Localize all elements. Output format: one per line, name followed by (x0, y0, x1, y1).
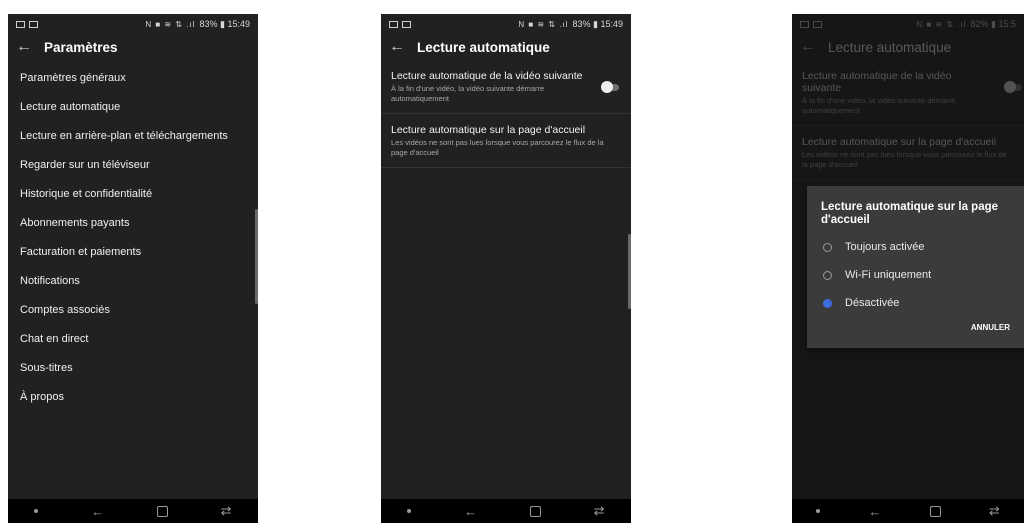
setting-home-autoplay[interactable]: Lecture automatique sur la page d'accuei… (381, 114, 631, 168)
dimmed-background: N ■ ≋ ⇅ .ıl 82% ▮ 15:5 ← Lecture automat… (792, 14, 1024, 180)
settings-item-history-privacy[interactable]: Historique et confidentialité (8, 180, 258, 209)
option-label: Wi-Fi uniquement (845, 269, 932, 281)
app-bar: ← Lecture automatique (792, 34, 1024, 60)
gallery-notification-icon (16, 20, 25, 28)
autoplay-toggle[interactable] (601, 81, 619, 93)
nav-home-icon[interactable] (529, 505, 541, 517)
battery-time: 83% ▮ 15:49 (572, 18, 624, 29)
autoplay-toggle (1004, 81, 1022, 93)
setting-title: Lecture automatique sur la page d'accuei… (391, 124, 586, 136)
autoplay-home-dialog: Lecture automatique sur la page d'accuei… (807, 186, 1024, 348)
nav-recent-icon[interactable]: ⇄ (989, 503, 1000, 519)
settings-item-notifications[interactable]: Notifications (8, 267, 258, 296)
setting-description: À la fin d'une vidéo, la vidéo suivante … (391, 84, 545, 103)
settings-screen: N ■ ≋ ⇅ .ıl 83% ▮ 15:49 ← Paramètres Par… (8, 14, 258, 523)
settings-item-autoplay[interactable]: Lecture automatique (8, 93, 258, 122)
nav-back-icon[interactable]: ← (868, 504, 881, 519)
page-title: Paramètres (44, 39, 118, 55)
dialog-title: Lecture automatique sur la page d'accuei… (821, 201, 999, 226)
toggle-knob (1004, 81, 1016, 93)
settings-item-paid-memberships[interactable]: Abonnements payants (8, 209, 258, 238)
gallery-notification-icon (389, 20, 398, 28)
status-bar: N ■ ≋ ⇅ .ıl 83% ▮ 15:49 (381, 14, 631, 34)
nav-recent-icon[interactable]: ⇄ (221, 503, 232, 519)
toggle-knob (601, 81, 613, 93)
setting-home-autoplay: Lecture automatique sur la page d'accuei… (792, 126, 1024, 180)
setting-next-video-autoplay: Lecture automatique de la vidéo suivante… (792, 60, 1024, 126)
message-notification-icon (402, 20, 411, 28)
option-always-on[interactable]: Toujours activée (807, 233, 1024, 261)
signal-icons: N ■ ≋ ⇅ .ıl (518, 19, 569, 29)
status-bar: N ■ ≋ ⇅ .ıl 83% ▮ 15:49 (8, 14, 258, 34)
setting-next-video-autoplay[interactable]: Lecture automatique de la vidéo suivante… (381, 60, 631, 114)
settings-item-connected-accounts[interactable]: Comptes associés (8, 296, 258, 325)
setting-title: Lecture automatique de la vidéo suivante (802, 70, 952, 94)
signal-icons: N ■ ≋ ⇅ .ıl (145, 19, 196, 29)
cancel-button[interactable]: ANNULER (971, 323, 1010, 332)
settings-item-billing[interactable]: Facturation et paiements (8, 238, 258, 267)
scrollbar[interactable] (255, 209, 258, 304)
option-label: Toujours activée (845, 241, 925, 253)
autoplay-dialog-screen: N ■ ≋ ⇅ .ıl 82% ▮ 15:5 ← Lecture automat… (792, 14, 1024, 523)
back-arrow-icon[interactable]: ← (389, 38, 409, 56)
settings-item-watch-on-tv[interactable]: Regarder sur un téléviseur (8, 151, 258, 180)
settings-item-captions[interactable]: Sous-titres (8, 354, 258, 383)
app-bar: ← Paramètres (8, 34, 258, 60)
nav-dot-icon[interactable] (34, 509, 39, 513)
android-nav-bar: ← ⇄ (792, 499, 1024, 523)
setting-title: Lecture automatique sur la page d'accuei… (802, 136, 997, 148)
back-arrow-icon: ← (800, 38, 816, 55)
gallery-notification-icon (800, 20, 809, 28)
settings-item-background-downloads[interactable]: Lecture en arrière-plan et téléchargemen… (8, 122, 258, 151)
radio-unselected-icon[interactable] (823, 242, 832, 252)
radio-selected-icon[interactable] (823, 298, 832, 308)
nav-back-icon[interactable]: ← (464, 504, 477, 519)
nav-back-icon[interactable]: ← (91, 504, 104, 519)
nav-dot-icon[interactable] (816, 509, 821, 513)
scrollbar[interactable] (628, 234, 631, 309)
settings-item-general[interactable]: Paramètres généraux (8, 64, 258, 93)
nav-home-icon[interactable] (929, 505, 941, 517)
status-bar: N ■ ≋ ⇅ .ıl 82% ▮ 15:5 (792, 14, 1024, 34)
android-nav-bar: ← ⇄ (381, 499, 631, 523)
option-disabled[interactable]: Désactivée (807, 289, 1024, 317)
android-nav-bar: ← ⇄ (8, 499, 258, 523)
setting-description: Les vidéos ne sont pas lues lorsque vous… (391, 138, 604, 157)
nav-dot-icon[interactable] (407, 509, 412, 513)
back-arrow-icon[interactable]: ← (16, 38, 36, 56)
nav-home-icon[interactable] (156, 505, 168, 517)
setting-title: Lecture automatique de la vidéo suivante (391, 70, 583, 82)
battery-time: 83% ▮ 15:49 (199, 18, 251, 29)
app-bar: ← Lecture automatique (381, 34, 631, 60)
settings-item-about[interactable]: À propos (8, 383, 258, 412)
settings-list: Paramètres généraux Lecture automatique … (8, 64, 258, 412)
page-title: Lecture automatique (828, 39, 952, 55)
battery-time: 82% ▮ 15:5 (970, 18, 1016, 29)
signal-icons: N ■ ≋ ⇅ .ıl (916, 19, 967, 29)
autoplay-screen: N ■ ≋ ⇅ .ıl 83% ▮ 15:49 ← Lecture automa… (381, 14, 631, 523)
radio-unselected-icon[interactable] (823, 270, 832, 280)
message-notification-icon (813, 20, 822, 28)
page-title: Lecture automatique (417, 39, 550, 55)
settings-item-live-chat[interactable]: Chat en direct (8, 325, 258, 354)
setting-description: Les vidéos ne sont pas lues lorsque vous… (802, 150, 1007, 169)
nav-recent-icon[interactable]: ⇄ (594, 503, 605, 519)
option-label: Désactivée (845, 297, 900, 309)
option-wifi-only[interactable]: Wi-Fi uniquement (807, 261, 1024, 289)
message-notification-icon (29, 20, 38, 28)
setting-description: À la fin d'une vidéo, la vidéo suivante … (802, 96, 956, 115)
